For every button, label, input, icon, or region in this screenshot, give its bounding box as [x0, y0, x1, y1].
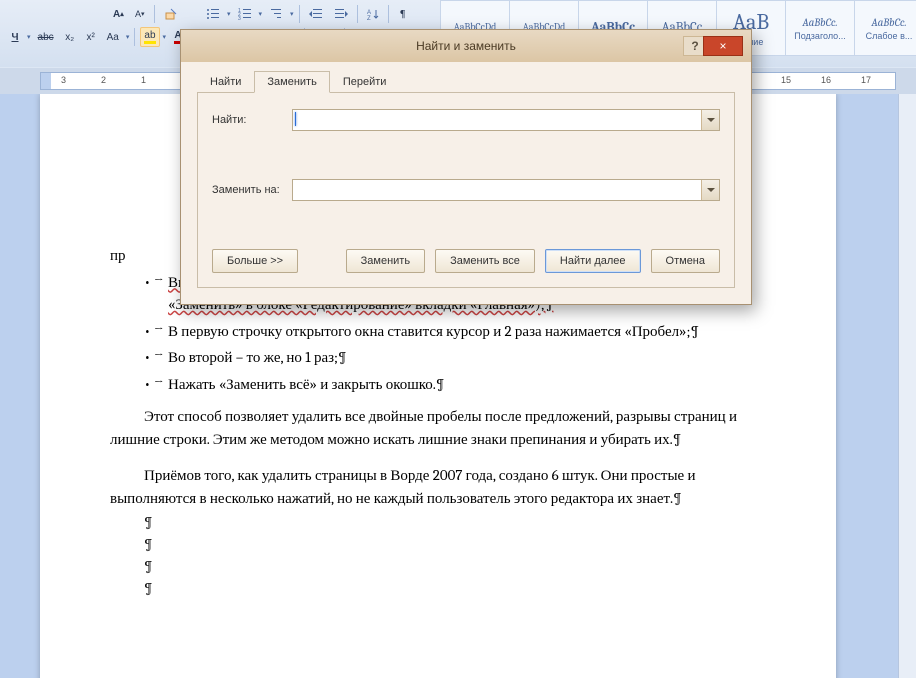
- cancel-button[interactable]: Отмена: [651, 249, 720, 273]
- dialog-panel: Найти: Заменить на: Больше >> Заменить З: [197, 93, 735, 288]
- empty-paragraph: ¶: [110, 579, 766, 597]
- replace-input[interactable]: [292, 179, 720, 201]
- tab-goto[interactable]: Перейти: [330, 71, 400, 93]
- numbering-button[interactable]: 123: [234, 4, 256, 24]
- list-item: →Во второй – то же, но 1 раз;¶: [144, 346, 766, 369]
- empty-paragraph: ¶: [110, 513, 766, 531]
- paragraph: Приёмов того, как удалить страницы в Вор…: [110, 464, 766, 509]
- find-next-button[interactable]: Найти далее: [545, 249, 641, 273]
- grow-font-button[interactable]: A▴: [109, 4, 128, 24]
- style-gallery-item[interactable]: AaBbCc.Слабое в...: [854, 0, 916, 56]
- tab-replace[interactable]: Заменить: [254, 71, 329, 93]
- dialog-titlebar[interactable]: Найти и заменить ? ×: [181, 30, 751, 62]
- dialog-tabs: Найти Заменить Перейти: [197, 70, 735, 93]
- list-item: →В первую строчку открытого окна ставитс…: [144, 320, 766, 343]
- replace-button[interactable]: Заменить: [346, 249, 425, 273]
- superscript-button[interactable]: x²: [82, 27, 100, 47]
- show-marks-button[interactable]: ¶: [394, 4, 412, 24]
- find-dropdown-button[interactable]: [701, 110, 719, 130]
- shrink-font-button[interactable]: A▾: [131, 4, 149, 24]
- multilevel-button[interactable]: [265, 4, 287, 24]
- replace-all-button[interactable]: Заменить все: [435, 249, 535, 273]
- svg-text:3: 3: [238, 16, 241, 20]
- dialog-title-text: Найти и заменить: [416, 39, 516, 53]
- clear-format-button[interactable]: [160, 4, 182, 24]
- underline-button[interactable]: Ч: [6, 27, 24, 47]
- tab-find[interactable]: Найти: [197, 71, 254, 93]
- empty-paragraph: ¶: [110, 557, 766, 575]
- font-group: A▴ A▾ Ч ▾ abc x₂ x² Aa ▾ ab ▾ A ▾: [0, 0, 200, 67]
- list-item: →Нажать «Заменить всё» и закрыть окошко.…: [144, 373, 766, 396]
- svg-text:Z: Z: [367, 16, 371, 20]
- strike-button[interactable]: abc: [34, 27, 58, 47]
- style-gallery-item[interactable]: AaBbCc.Подзаголо...: [785, 0, 855, 56]
- vertical-scrollbar[interactable]: [898, 94, 916, 678]
- replace-label: Заменить на:: [212, 184, 292, 196]
- paragraph: Этот способ позволяет удалить все двойны…: [110, 405, 766, 450]
- empty-paragraph: ¶: [110, 535, 766, 553]
- bullets-button[interactable]: [202, 4, 224, 24]
- decrease-indent-button[interactable]: [305, 4, 327, 24]
- sort-button[interactable]: AZ: [363, 4, 383, 24]
- replace-dropdown-button[interactable]: [701, 180, 719, 200]
- change-case-button[interactable]: Aa: [103, 27, 123, 47]
- find-input[interactable]: [292, 109, 720, 131]
- subscript-button[interactable]: x₂: [61, 27, 79, 47]
- increase-indent-button[interactable]: [330, 4, 352, 24]
- find-label: Найти:: [212, 114, 292, 126]
- find-replace-dialog: Найти и заменить ? × Найти Заменить Пере…: [180, 29, 752, 305]
- dialog-close-button[interactable]: ×: [703, 36, 743, 56]
- highlight-button[interactable]: ab: [140, 27, 159, 47]
- more-button[interactable]: Больше >>: [212, 249, 298, 273]
